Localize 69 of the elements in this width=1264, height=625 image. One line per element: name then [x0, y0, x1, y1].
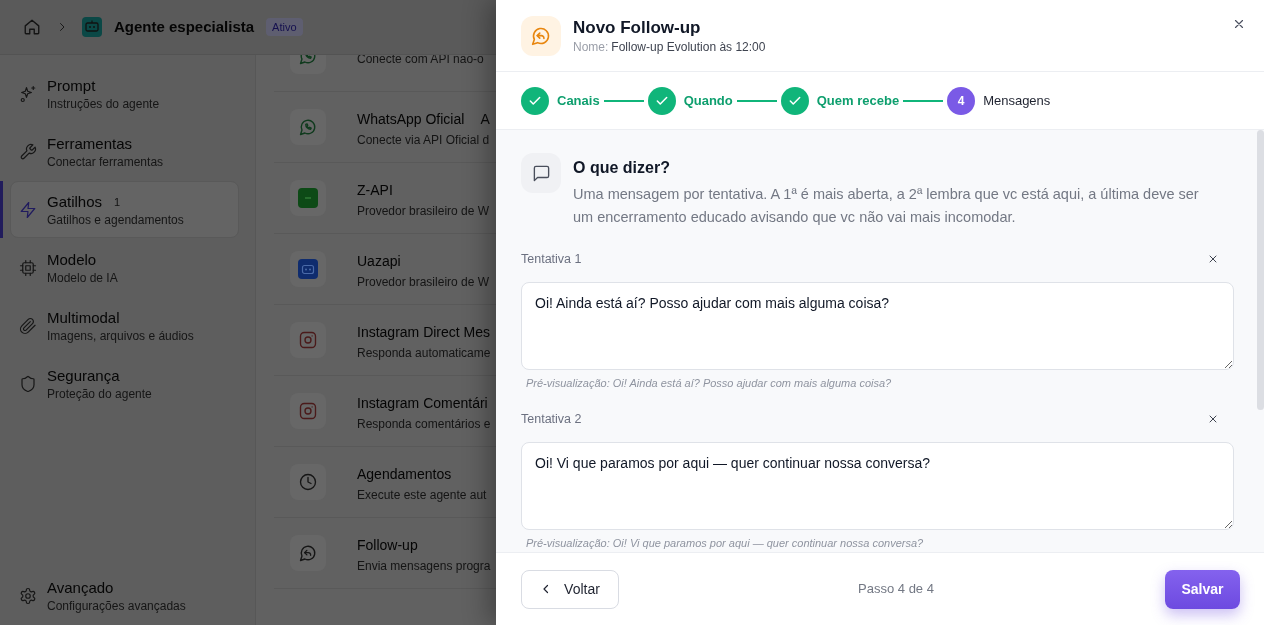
sparkles-icon — [19, 84, 37, 103]
integration-description: Provedor brasileiro de W — [357, 273, 490, 291]
sidebar-item[interactable]: Multimodal Imagens, arquivos e áudios — [10, 297, 239, 354]
step-label: Quem recebe — [816, 91, 900, 110]
section-description: Uma mensagem por tentativa. A 1ª é mais aberta, a 2ª lembra que vc está aqui, a última deve ser um encerramento educado avisando que vc não vai mais incomodar. — [573, 185, 1200, 227]
field-value: Follow-up Evolution às 12:00 — [611, 39, 766, 55]
reply-message-icon — [521, 16, 561, 56]
step-label: Quando — [683, 91, 733, 110]
integration-title: Instagram Comentári — [357, 393, 488, 413]
robot-icon — [82, 17, 102, 37]
attempt-label: Tentativa 2 — [521, 410, 582, 428]
sidebar-item[interactable]: Ferramentas Conectar ferramentas — [10, 123, 239, 180]
sidebar-item[interactable]: Gatilhos 1 Gatilhos e agendamentos — [10, 181, 239, 238]
close-icon[interactable] — [1232, 17, 1246, 31]
app-tile-icon — [290, 180, 326, 216]
home-icon[interactable] — [23, 18, 41, 36]
status-badge: Ativo — [266, 17, 303, 37]
message-textarea[interactable]: Oi! Ainda está aí? Posso ajudar com mais alguma coisa? — [521, 282, 1234, 370]
step-connector — [903, 99, 944, 102]
back-button[interactable]: Voltar — [521, 569, 619, 609]
count-label: 1 — [114, 194, 121, 209]
clock-icon — [290, 464, 326, 500]
settings-icon — [19, 586, 37, 605]
integration-title: Uazapi — [357, 251, 401, 271]
scrollbar-thumb[interactable] — [1257, 130, 1264, 410]
integration-description: Envia mensagens progra — [357, 557, 491, 575]
integration-description: Provedor brasileiro de W — [357, 202, 490, 220]
step-label: Canais — [557, 91, 600, 110]
sidebar-item[interactable]: Prompt Instruções do agente — [10, 65, 239, 122]
phone-bubble-icon — [290, 109, 326, 145]
drawer-title: Novo Follow-up — [573, 17, 702, 39]
camera-icon — [290, 322, 326, 358]
field-label: Nome: — [573, 39, 609, 55]
step-connector — [603, 99, 644, 102]
shield-icon — [19, 374, 37, 393]
step-number: 4 — [947, 86, 976, 115]
integration-title: Instagram Direct Mes — [357, 322, 491, 342]
message-preview: Pré-visualização: Oi! Vi que paramos por aqui — quer continuar nossa conversa? — [525, 536, 925, 550]
integration-title: Agendamentos — [357, 464, 452, 484]
wrench-icon — [19, 142, 37, 161]
reply-message-icon — [290, 535, 326, 571]
integration-title: Follow-up — [357, 535, 418, 555]
paperclip-icon — [19, 316, 37, 335]
active-indicator — [0, 181, 3, 238]
integration-description: Execute este agente aut — [357, 486, 487, 504]
close-icon[interactable] — [1207, 253, 1219, 265]
integration-description: Conecte via API Oficial d — [357, 131, 490, 149]
camera-icon — [290, 393, 326, 429]
integration-title: WhatsApp Oficial — [357, 109, 465, 129]
integration-description: Responda comentários e — [357, 415, 491, 433]
chip-icon — [19, 258, 37, 277]
message-textarea[interactable]: Oi! Vi que paramos por aqui — quer continuar nossa conversa? — [521, 442, 1234, 530]
integration-description: Responda automaticame — [357, 344, 491, 362]
step-connector — [736, 99, 777, 102]
sidebar-item[interactable]: Avançado Configurações avançadas — [10, 567, 239, 624]
save-button[interactable]: Salvar — [1165, 569, 1240, 609]
status-tag: A — [480, 108, 490, 129]
step-label: Mensagens — [983, 91, 1051, 110]
sidebar-item[interactable]: Modelo Modelo de IA — [10, 239, 239, 296]
message-preview: Pré-visualização: Oi! Ainda está aí? Posso ajudar com mais alguma coisa? — [525, 376, 893, 390]
close-icon[interactable] — [1207, 413, 1219, 425]
agent-title: Agente especialista — [114, 16, 255, 37]
section-title: O que dizer? — [573, 158, 671, 178]
robot-icon — [290, 251, 326, 287]
integration-title: Z-API — [357, 180, 393, 200]
lightning-icon — [19, 200, 37, 219]
step-counter-text: Passo 4 de 4 — [858, 580, 934, 599]
attempt-label: Tentativa 1 — [521, 250, 582, 268]
sidebar-item[interactable]: Segurança Proteção do agente — [10, 355, 239, 412]
